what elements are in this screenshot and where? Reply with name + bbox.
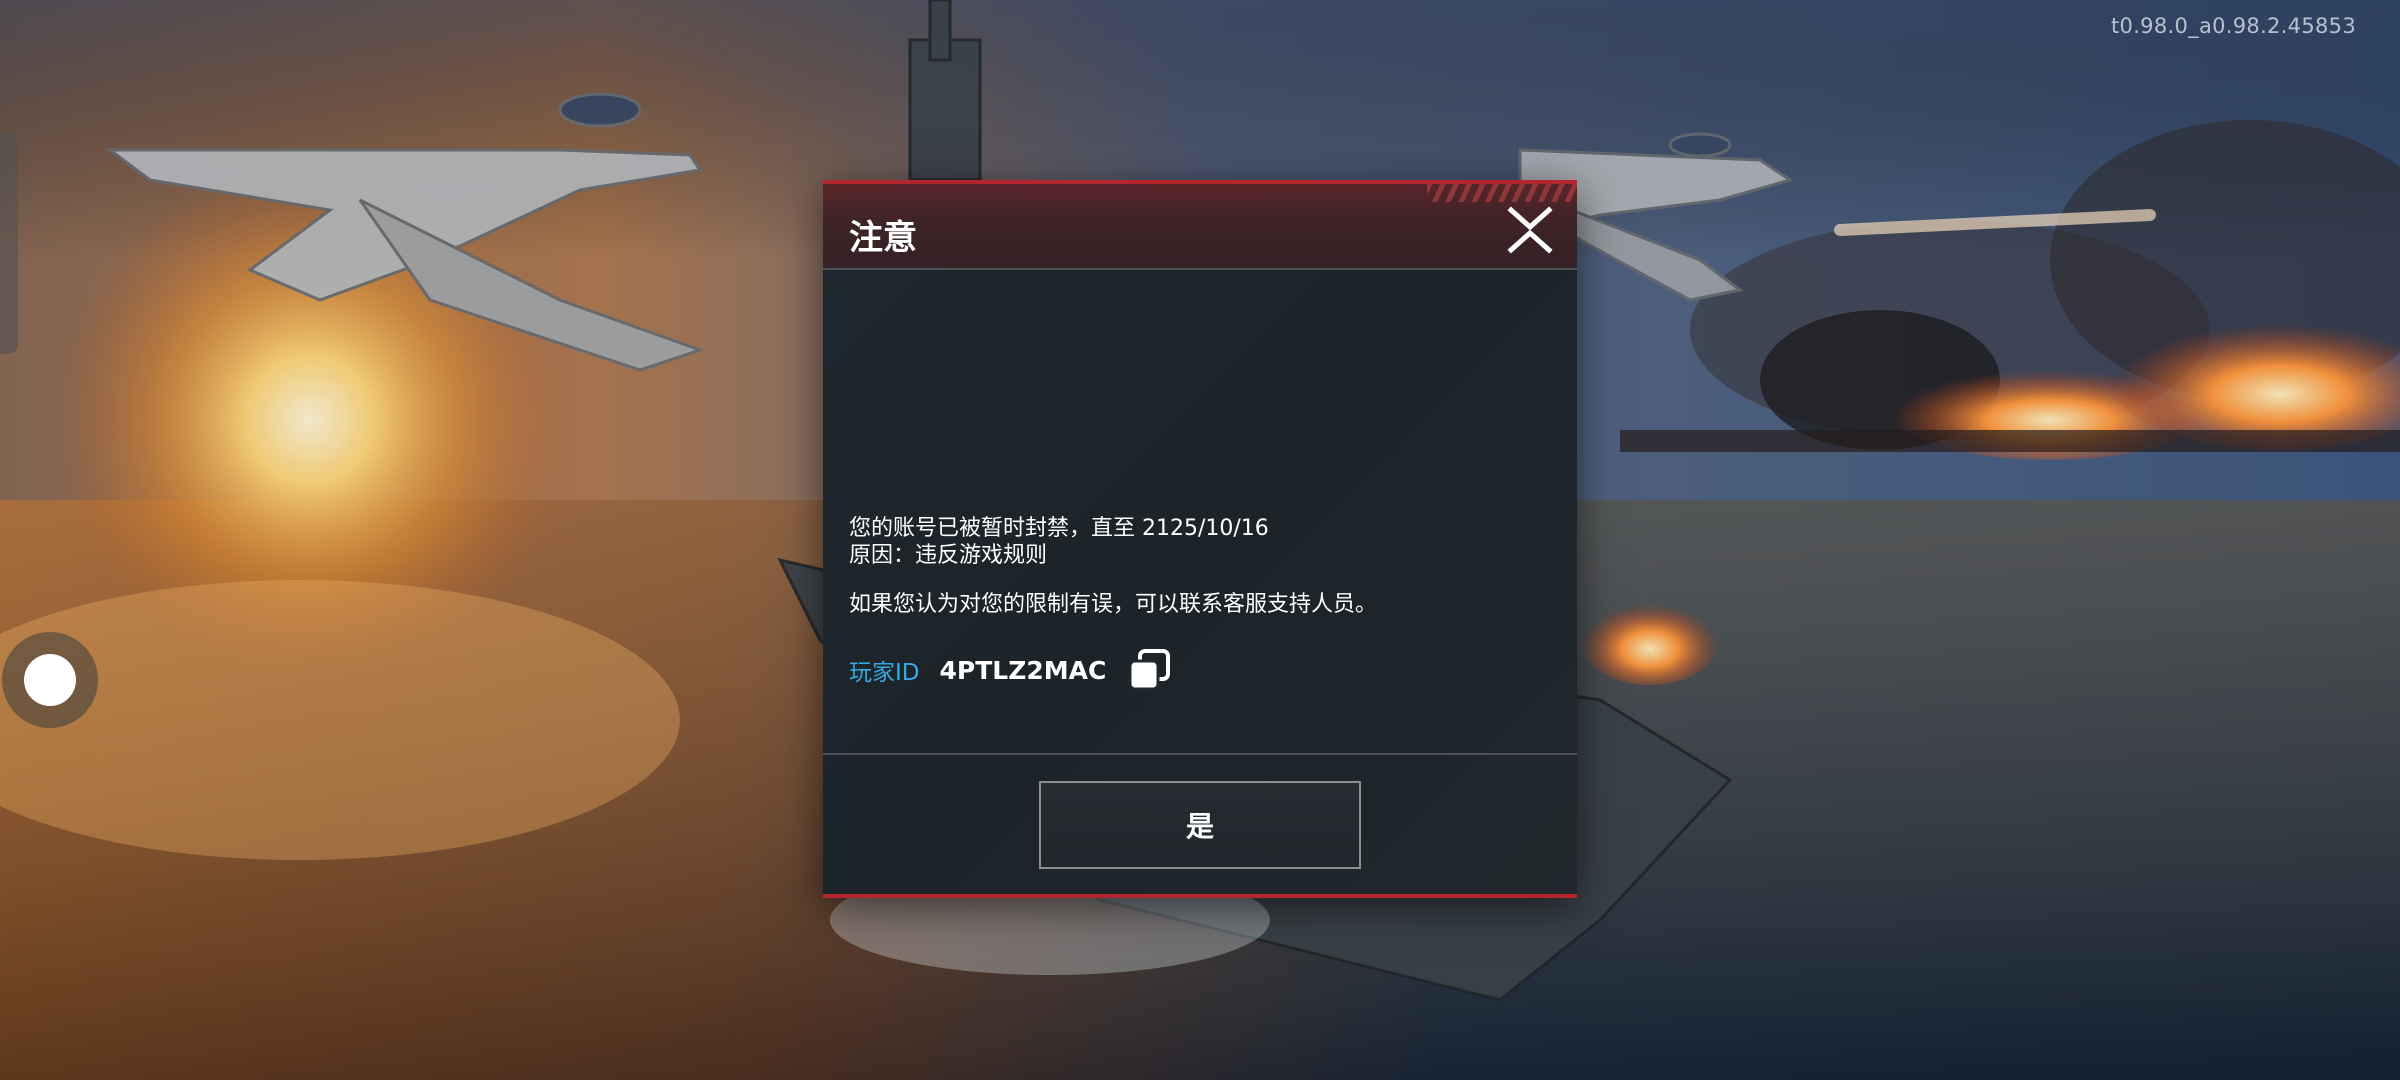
dialog-header: 注意 bbox=[823, 180, 1577, 268]
player-id-row: 玩家ID 4PTLZ2MAC bbox=[849, 648, 1172, 692]
header-stripes-decoration bbox=[1427, 184, 1577, 202]
ban-notice-dialog: 注意 您的账号已被暂时封禁，直至 2125/10/16 原因：违反游戏规则 如果… bbox=[823, 180, 1577, 898]
close-button[interactable] bbox=[1505, 206, 1555, 254]
appeal-hint: 如果您认为对您的限制有误，可以联系客服支持人员。 bbox=[849, 592, 1378, 617]
ban-message: 您的账号已被暂时封禁，直至 2125/10/16 bbox=[849, 516, 1269, 541]
dialog-title: 注意 bbox=[849, 218, 917, 258]
copy-icon[interactable] bbox=[1126, 647, 1172, 693]
version-label: t0.98.0_a0.98.2.45853 bbox=[2111, 14, 2356, 38]
ban-reason: 原因：违反游戏规则 bbox=[849, 543, 1048, 568]
floating-button-dot bbox=[24, 654, 76, 706]
dialog-bottom-accent bbox=[823, 894, 1577, 898]
confirm-button[interactable]: 是 bbox=[1039, 781, 1361, 869]
header-divider bbox=[823, 268, 1577, 270]
close-icon bbox=[1507, 206, 1553, 254]
side-drawer-handle[interactable] bbox=[0, 132, 18, 354]
footer-divider bbox=[823, 753, 1577, 755]
floating-assistive-button[interactable] bbox=[2, 632, 98, 728]
player-id-value: 4PTLZ2MAC bbox=[939, 655, 1107, 685]
player-id-label: 玩家ID bbox=[849, 660, 920, 686]
